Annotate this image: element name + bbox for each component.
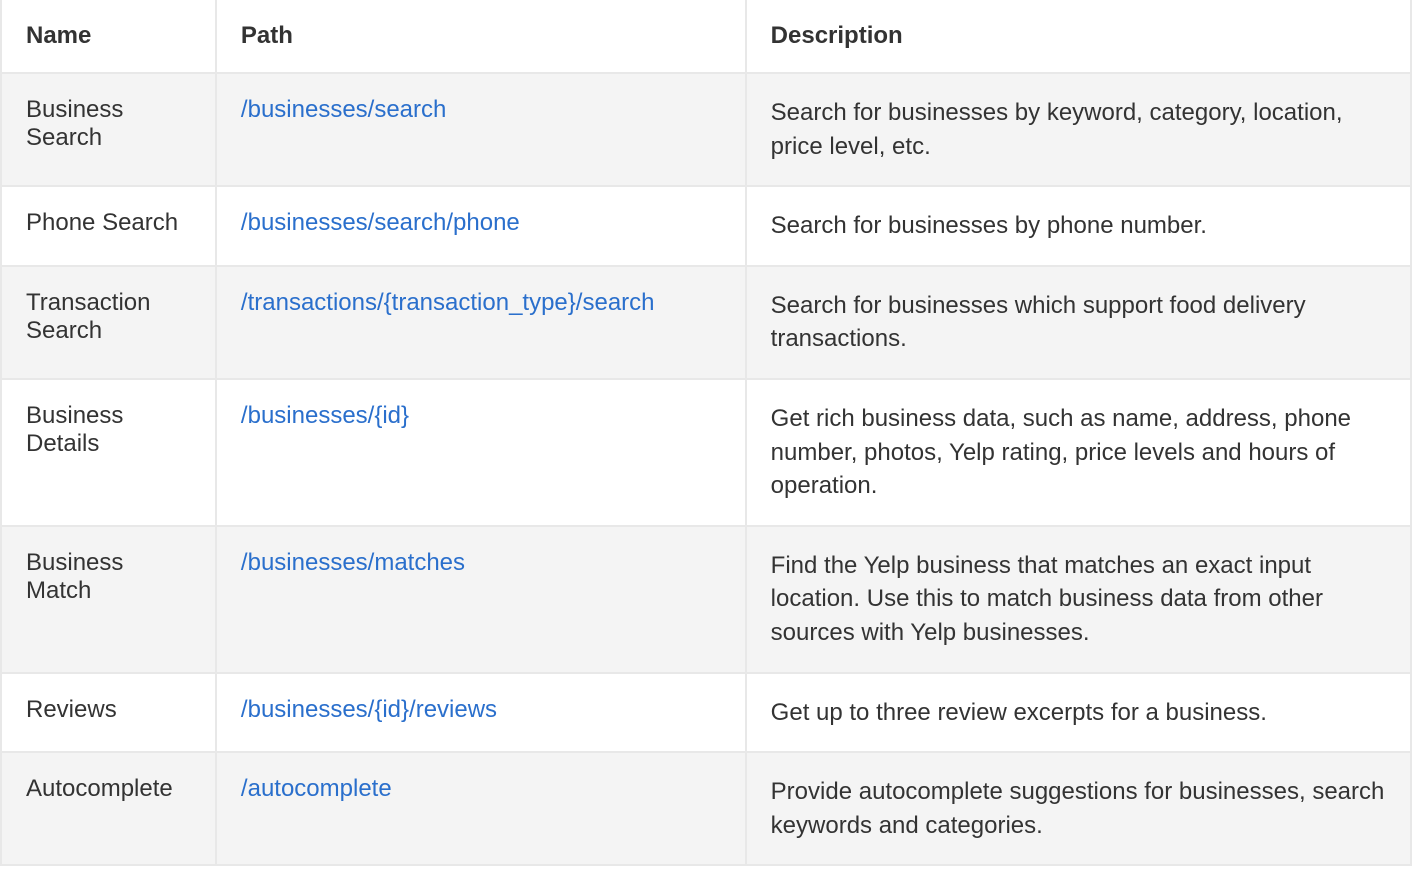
table-row: Transaction Search /transactions/{transa… [1, 266, 1411, 379]
table-row: Reviews /businesses/{id}/reviews Get up … [1, 673, 1411, 753]
header-description: Description [746, 0, 1411, 73]
endpoint-path-link[interactable]: /transactions/{transaction_type}/search [241, 289, 655, 316]
endpoint-name: Transaction Search [1, 266, 216, 379]
endpoint-name: Business Search [1, 73, 216, 186]
endpoint-path-link[interactable]: /businesses/{id} [241, 402, 409, 429]
table-row: Business Match /businesses/matches Find … [1, 526, 1411, 673]
table-row: Business Details /businesses/{id} Get ri… [1, 379, 1411, 526]
table-body: Business Search /businesses/search Searc… [1, 73, 1411, 865]
endpoint-name: Phone Search [1, 186, 216, 266]
table-row: Phone Search /businesses/search/phone Se… [1, 186, 1411, 266]
endpoint-description: Search for businesses by phone number. [746, 186, 1411, 266]
endpoint-path-link[interactable]: /autocomplete [241, 775, 392, 802]
endpoint-name: Business Match [1, 526, 216, 673]
endpoint-name: Reviews [1, 673, 216, 753]
endpoint-description: Find the Yelp business that matches an e… [746, 526, 1411, 673]
header-name: Name [1, 0, 216, 73]
endpoint-path-link[interactable]: /businesses/search [241, 96, 446, 123]
endpoint-name: Business Details [1, 379, 216, 526]
table-row: Business Search /businesses/search Searc… [1, 73, 1411, 186]
endpoint-description: Search for businesses by keyword, catego… [746, 73, 1411, 186]
endpoint-path-link[interactable]: /businesses/matches [241, 549, 465, 576]
endpoint-description: Search for businesses which support food… [746, 266, 1411, 379]
table-row: Autocomplete /autocomplete Provide autoc… [1, 752, 1411, 865]
endpoint-path-link[interactable]: /businesses/{id}/reviews [241, 696, 497, 723]
endpoint-description: Get up to three review excerpts for a bu… [746, 673, 1411, 753]
header-path: Path [216, 0, 746, 73]
endpoint-path-link[interactable]: /businesses/search/phone [241, 209, 520, 236]
table-header-row: Name Path Description [1, 0, 1411, 73]
endpoint-description: Get rich business data, such as name, ad… [746, 379, 1411, 526]
endpoint-description: Provide autocomplete suggestions for bus… [746, 752, 1411, 865]
api-endpoints-table: Name Path Description Business Search /b… [0, 0, 1412, 866]
endpoint-name: Autocomplete [1, 752, 216, 865]
